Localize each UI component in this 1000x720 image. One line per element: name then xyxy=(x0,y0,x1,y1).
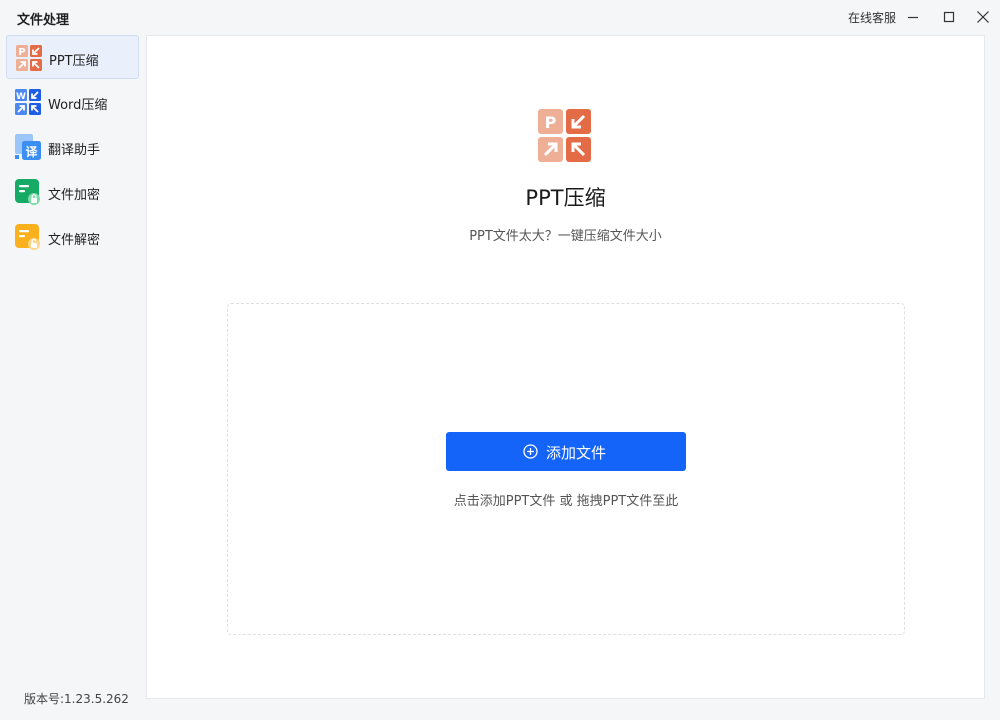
title-bar: 文件处理 在线客服 xyxy=(0,0,1000,34)
sidebar-item-file-decrypt[interactable]: 文件解密 xyxy=(6,215,139,259)
version-label: 版本号:1.23.5.262 xyxy=(24,692,129,706)
drop-hint-text: 点击添加PPT文件 或 拖拽PPT文件至此 xyxy=(453,494,679,509)
sidebar-item-word-compress[interactable]: W Word压缩 xyxy=(6,80,139,124)
plus-circle-icon xyxy=(523,444,538,459)
sidebar-item-label: 文件加密 xyxy=(48,188,101,203)
add-file-button[interactable]: 添加文件 xyxy=(446,432,686,471)
maximize-button[interactable] xyxy=(939,7,959,27)
sidebar-item-label: 翻译助手 xyxy=(48,143,101,158)
sidebar-item-label: Word压缩 xyxy=(48,98,108,113)
app-window: 文件处理 在线客服 P PPT压缩 W Word压缩 译 翻译助手 文件加密 文… xyxy=(0,0,1000,720)
main-panel: P PPT压缩 PPT文件太大？一键压缩文件大小 添加文件 点击添加PPT文件 … xyxy=(146,35,985,699)
sidebar-item-translate[interactable]: 译 翻译助手 xyxy=(6,125,139,169)
sidebar-item-ppt-compress[interactable]: P PPT压缩 xyxy=(6,35,139,79)
page-subtitle: PPT文件太大？一键压缩文件大小 xyxy=(469,229,662,244)
svg-text:W: W xyxy=(16,92,26,102)
word-compress-icon: W xyxy=(15,89,41,115)
svg-text:P: P xyxy=(545,113,557,132)
close-icon xyxy=(977,11,989,23)
app-title: 文件处理 xyxy=(17,13,70,28)
sidebar: P PPT压缩 W Word压缩 译 翻译助手 文件加密 文件解密 版本号:1.… xyxy=(0,34,146,720)
ppt-compress-icon: P xyxy=(16,45,42,71)
svg-text:译: 译 xyxy=(25,145,38,159)
minimize-button[interactable] xyxy=(903,7,923,27)
translate-icon: 译 xyxy=(15,134,41,160)
file-decrypt-icon xyxy=(15,224,40,250)
online-support-link[interactable]: 在线客服 xyxy=(848,9,896,26)
file-drop-zone[interactable]: 添加文件 点击添加PPT文件 或 拖拽PPT文件至此 xyxy=(227,303,905,635)
minimize-icon xyxy=(908,16,918,19)
sidebar-item-file-encrypt[interactable]: 文件加密 xyxy=(6,170,139,214)
page-title: PPT压缩 xyxy=(525,186,606,210)
sidebar-item-label: 文件解密 xyxy=(48,233,101,248)
close-button[interactable] xyxy=(973,7,993,27)
svg-text:P: P xyxy=(18,47,25,58)
ppt-compress-hero-icon: P xyxy=(538,109,591,162)
file-encrypt-icon xyxy=(15,179,40,205)
add-file-label: 添加文件 xyxy=(546,444,607,462)
maximize-icon xyxy=(943,11,955,23)
sidebar-item-label: PPT压缩 xyxy=(49,54,99,69)
